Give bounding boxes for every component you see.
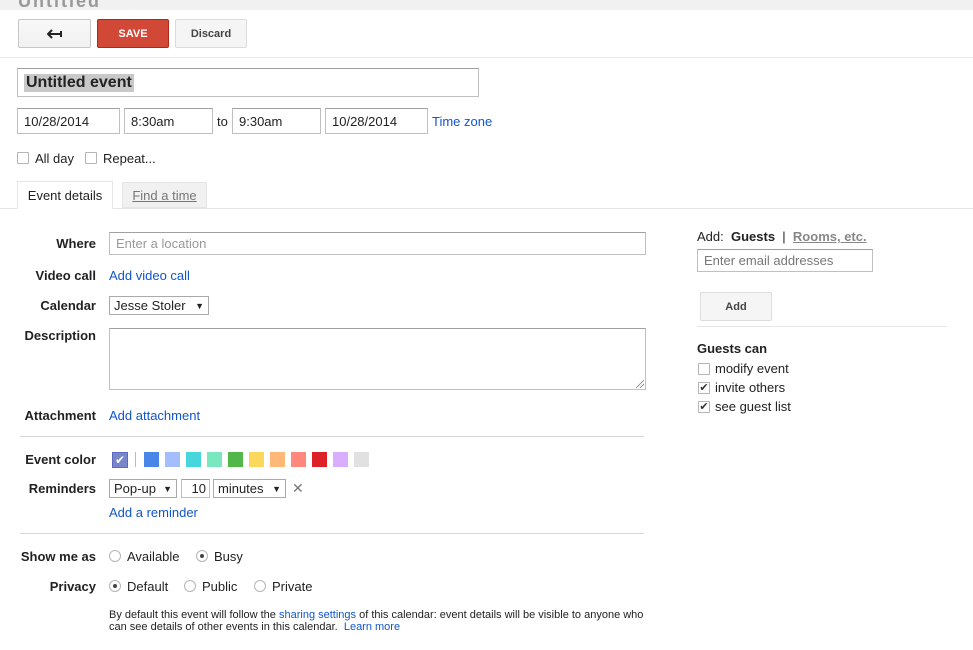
repeat-checkbox[interactable]	[85, 152, 97, 164]
tab-find-a-time[interactable]: Find a time	[122, 182, 207, 208]
color-swatch[interactable]	[207, 452, 222, 467]
discard-button[interactable]: Discard	[175, 19, 247, 48]
all-day-checkbox[interactable]	[17, 152, 29, 164]
section-divider	[20, 533, 644, 534]
reminder-type-select[interactable]: Pop-up ▼	[109, 479, 177, 498]
time-zone-link[interactable]: Time zone	[432, 114, 492, 129]
repeat-label: Repeat...	[103, 151, 156, 166]
guests-tab[interactable]: Guests	[731, 229, 775, 244]
privacy-public-radio[interactable]	[184, 580, 196, 592]
privacy-note-text-1: By default this event will follow the	[109, 609, 279, 621]
check-icon: ✔	[699, 381, 709, 394]
reminders-label: Reminders	[28, 481, 96, 496]
learn-more-link[interactable]: Learn more	[344, 621, 400, 633]
all-day-label: All day	[35, 151, 75, 166]
privacy-private-label: Private	[272, 579, 313, 594]
busy-radio[interactable]	[196, 550, 208, 562]
dropdown-arrow-icon: ▼	[163, 483, 172, 494]
color-swatch[interactable]	[333, 452, 348, 467]
color-swatch[interactable]	[354, 452, 369, 467]
color-swatch[interactable]	[291, 452, 306, 467]
attachment-label: Attachment	[24, 408, 96, 423]
color-swatch[interactable]	[270, 452, 285, 467]
color-swatch[interactable]	[312, 452, 327, 467]
selected-color-swatch[interactable]: ✔	[112, 452, 128, 468]
color-swatch[interactable]	[186, 452, 201, 467]
see-guest-list-checkbox[interactable]: ✔	[698, 401, 710, 413]
back-button[interactable]	[18, 19, 91, 48]
remove-reminder-close-icon[interactable]: ✕	[292, 480, 304, 497]
add-video-call-link[interactable]: Add video call	[109, 268, 190, 283]
to-label: to	[217, 114, 228, 129]
add-guest-button[interactable]: Add	[700, 292, 772, 321]
add-attachment-link[interactable]: Add attachment	[109, 408, 200, 423]
privacy-default-radio[interactable]	[109, 580, 121, 592]
reminder-type-value: Pop-up	[114, 481, 156, 496]
save-button[interactable]: SAVE	[97, 19, 169, 48]
tab-divider	[0, 208, 973, 209]
privacy-note: By default this event will follow the sh…	[109, 609, 649, 633]
show-me-as-label: Show me as	[20, 549, 96, 564]
reminder-unit-value: minutes	[218, 481, 264, 496]
start-date-input[interactable]: 10/28/2014	[17, 108, 120, 134]
back-arrow-icon	[46, 28, 62, 39]
dropdown-arrow-icon: ▼	[272, 483, 281, 494]
toolbar-divider	[0, 57, 973, 58]
palette-separator	[135, 452, 136, 467]
modify-event-checkbox[interactable]	[698, 363, 710, 375]
see-guest-list-label: see guest list	[715, 399, 791, 414]
where-label: Where	[56, 236, 96, 251]
privacy-public-label: Public	[202, 579, 238, 594]
page-title-partial: Untitled	[18, 0, 101, 11]
privacy-note-text-2: of this calendar: event details will be …	[356, 609, 644, 621]
start-time-input[interactable]: 8:30am	[124, 108, 213, 134]
modify-event-label: modify event	[715, 361, 789, 376]
check-icon: ✔	[114, 453, 126, 467]
busy-label: Busy	[214, 549, 243, 564]
event-color-label: Event color	[25, 452, 96, 467]
add-reminder-link[interactable]: Add a reminder	[109, 505, 198, 520]
event-title-input[interactable]: Untitled event	[17, 68, 479, 97]
guests-can-label: Guests can	[697, 341, 768, 356]
end-date-input[interactable]: 10/28/2014	[325, 108, 428, 134]
reminder-amount-input[interactable]: 10	[181, 479, 210, 498]
reminder-unit-select[interactable]: minutes ▼	[213, 479, 286, 498]
section-divider	[20, 436, 644, 437]
location-input[interactable]: Enter a location	[109, 232, 646, 255]
guests-divider	[697, 326, 947, 327]
invite-others-label: invite others	[715, 380, 786, 395]
calendar-label: Calendar	[40, 298, 96, 313]
invite-others-checkbox[interactable]: ✔	[698, 382, 710, 394]
color-swatch[interactable]	[249, 452, 264, 467]
dropdown-arrow-icon: ▼	[195, 300, 204, 311]
video-call-label: Video call	[35, 268, 96, 283]
resize-handle-icon[interactable]	[636, 380, 644, 388]
event-title-text: Untitled event	[24, 73, 134, 92]
privacy-default-label: Default	[127, 579, 169, 594]
privacy-label: Privacy	[49, 579, 96, 594]
color-swatch[interactable]	[165, 452, 180, 467]
top-strip	[0, 0, 973, 10]
color-swatch[interactable]	[228, 452, 243, 467]
guests-add-header: Add: Guests | Rooms, etc.	[697, 229, 867, 244]
end-time-input[interactable]: 9:30am	[232, 108, 321, 134]
privacy-private-radio[interactable]	[254, 580, 266, 592]
guest-email-placeholder: Enter email addresses	[704, 253, 834, 268]
privacy-note-text-3: can see details of other events in this …	[109, 621, 338, 633]
available-radio[interactable]	[109, 550, 121, 562]
tab-event-details[interactable]: Event details	[17, 181, 113, 209]
description-label: Description	[24, 328, 96, 343]
description-textarea[interactable]	[109, 328, 646, 390]
sharing-settings-link[interactable]: sharing settings	[279, 609, 356, 621]
tab-separator: |	[782, 229, 786, 244]
location-placeholder: Enter a location	[116, 236, 207, 251]
calendar-select[interactable]: Jesse Stoler ▼	[109, 296, 209, 315]
color-swatch[interactable]	[144, 452, 159, 467]
guest-email-input[interactable]: Enter email addresses	[697, 249, 873, 272]
available-label: Available	[127, 549, 180, 564]
add-label: Add:	[697, 229, 724, 244]
calendar-value: Jesse Stoler	[114, 298, 186, 313]
rooms-tab[interactable]: Rooms, etc.	[793, 229, 867, 244]
check-icon: ✔	[699, 400, 709, 413]
